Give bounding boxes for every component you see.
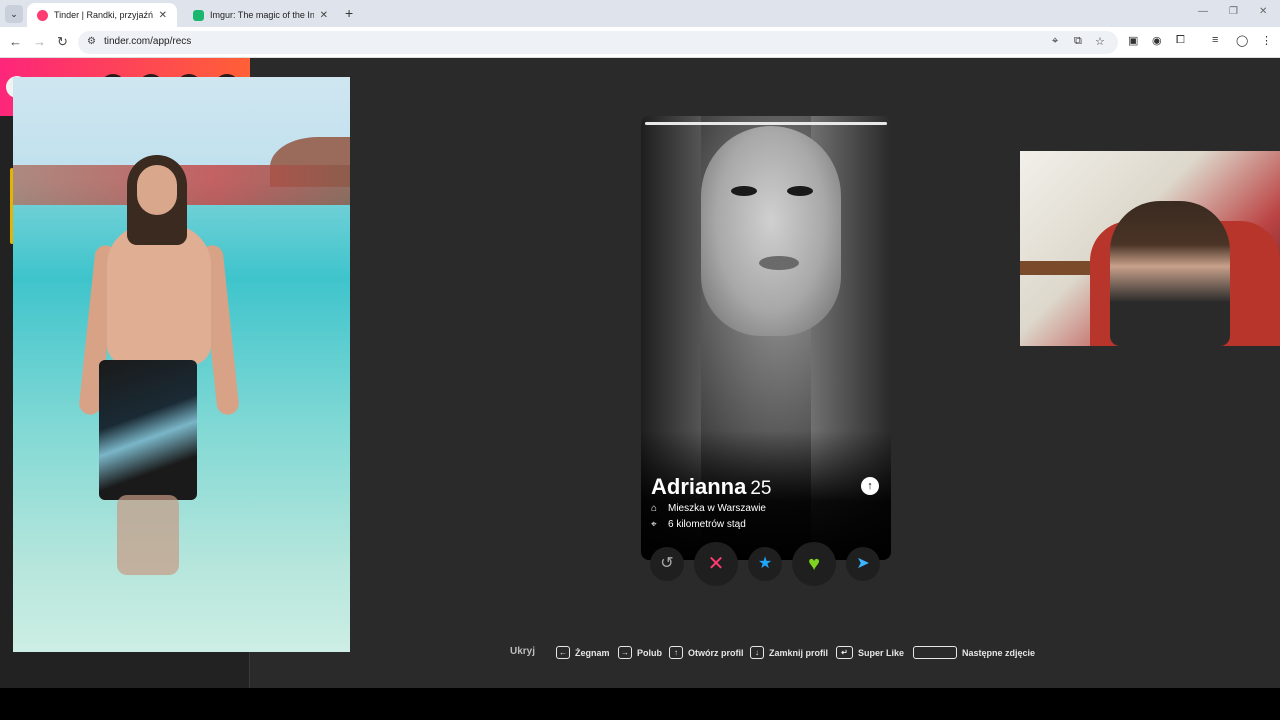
- profile-icon[interactable]: ◯: [1236, 34, 1248, 47]
- home-icon: ⌂: [651, 503, 658, 514]
- right-arrow-key-icon: →: [618, 646, 632, 659]
- install-app-icon[interactable]: ⧉: [1074, 35, 1082, 48]
- shortcut-open-profile: ↑ Otwórz profil: [669, 646, 744, 659]
- location-pin-icon: ⌖: [651, 519, 657, 530]
- profile-age: 25: [750, 478, 772, 499]
- up-arrow-key-icon: ↑: [669, 646, 683, 659]
- profile-name: Adrianna 25: [651, 474, 772, 500]
- tab-imgur[interactable]: Imgur: The magic of the Interne ✕: [183, 3, 338, 27]
- down-arrow-key-icon: ↓: [750, 646, 764, 659]
- like-button[interactable]: ♥: [792, 542, 836, 586]
- shortcut-label: Zamknij profil: [769, 647, 829, 658]
- profile-lives-text: Mieszka w Warszawie: [668, 503, 766, 514]
- open-profile-icon[interactable]: ↑: [861, 477, 879, 495]
- profile-distance: ⌖ 6 kilometrów stąd: [651, 519, 746, 530]
- webcam-overlay: [1020, 151, 1280, 346]
- restore-icon[interactable]: ❐: [1229, 6, 1238, 17]
- location-icon[interactable]: ⌖: [1052, 35, 1058, 48]
- space-key-icon: [913, 646, 957, 659]
- tab-tinder[interactable]: Tinder | Randki, przyjaźń, nowe ✕: [27, 3, 177, 27]
- nope-icon: ✕: [707, 553, 725, 575]
- photo-progress-fill: [645, 122, 887, 125]
- photo-person: [78, 155, 240, 575]
- superlike-icon: ★: [757, 555, 773, 572]
- tab-search-button[interactable]: ⌄: [5, 5, 23, 23]
- shortcut-label: Super Like: [858, 647, 905, 658]
- back-icon[interactable]: ←: [9, 34, 22, 49]
- url-text[interactable]: tinder.com/app/recs: [104, 36, 191, 47]
- imgur-favicon-icon: [193, 9, 204, 21]
- overlay-photo: [13, 77, 350, 652]
- left-arrow-key-icon: ←: [556, 646, 570, 659]
- shortcut-close-profile: ↓ Zamknij profil: [750, 646, 828, 659]
- extensions-puzzle-icon[interactable]: ⧠: [1176, 34, 1185, 47]
- shortcut-label: Polub: [637, 647, 662, 658]
- hide-shortcuts-button[interactable]: Ukryj: [510, 646, 535, 657]
- tinder-favicon-icon: [37, 9, 48, 21]
- shortcut-nope: ← Żegnam: [556, 646, 610, 659]
- tab-close-icon[interactable]: ✕: [320, 10, 328, 21]
- reload-icon[interactable]: ↻: [57, 34, 68, 50]
- menu-icon[interactable]: ⋮: [1261, 34, 1272, 47]
- extension-icon[interactable]: ▣: [1128, 34, 1138, 47]
- shortcut-label: Otwórz profil: [688, 647, 744, 658]
- enter-key-icon: ↵: [836, 646, 853, 659]
- tab-strip: ⌄ Tinder | Randki, przyjaźń, nowe ✕ Imgu…: [0, 0, 1280, 27]
- like-heart-icon: ♥: [808, 553, 820, 575]
- profile-distance-text: 6 kilometrów stąd: [668, 519, 746, 530]
- shortcut-like: → Polub: [618, 646, 662, 659]
- close-window-icon[interactable]: ✕: [1259, 6, 1267, 17]
- tab-close-icon[interactable]: ✕: [159, 10, 167, 21]
- card-actions: ↺ ✕ ★ ♥ ➤: [641, 542, 891, 588]
- rewind-icon: ↺: [660, 555, 674, 572]
- shortcut-next-photo: Następne zdjęcie: [913, 646, 1035, 659]
- shortcut-label: Następne zdjęcie: [962, 647, 1036, 658]
- profile-photo: [701, 126, 841, 336]
- new-tab-button[interactable]: +: [345, 5, 353, 21]
- extension-icon[interactable]: ◉: [1152, 34, 1162, 47]
- forward-icon[interactable]: →: [33, 34, 46, 49]
- profile-name-text: Adrianna: [651, 474, 747, 499]
- site-info-icon[interactable]: ⚙: [87, 36, 96, 47]
- tab-title: Imgur: The magic of the Interne: [210, 10, 314, 20]
- boost-icon: ➤: [856, 555, 870, 572]
- profile-card[interactable]: Adrianna 25 ↑ ⌂ Mieszka w Warszawie ⌖ 6 k…: [641, 116, 891, 560]
- minimize-icon[interactable]: —: [1198, 6, 1208, 17]
- profile-lives: ⌂ Mieszka w Warszawie: [651, 503, 766, 514]
- media-control-icon[interactable]: ≡: [1212, 34, 1218, 46]
- nope-button[interactable]: ✕: [694, 542, 738, 586]
- rewind-button[interactable]: ↺: [650, 547, 684, 581]
- shortcut-superlike: ↵ Super Like: [836, 646, 904, 659]
- address-bar[interactable]: ⚙ tinder.com/app/recs ⌖ ⧉ ☆: [78, 31, 1118, 54]
- tab-title: Tinder | Randki, przyjaźń, nowe: [54, 10, 153, 20]
- superlike-button[interactable]: ★: [748, 547, 782, 581]
- bottom-letterbox: [0, 688, 1280, 720]
- photo-progress-bar: [645, 122, 887, 125]
- shortcut-label: Żegnam: [575, 647, 610, 658]
- boost-button[interactable]: ➤: [846, 547, 880, 581]
- toolbar: ← → ↻ ⚙ tinder.com/app/recs ⌖ ⧉ ☆: [0, 27, 1280, 58]
- bookmark-star-icon[interactable]: ☆: [1095, 35, 1105, 48]
